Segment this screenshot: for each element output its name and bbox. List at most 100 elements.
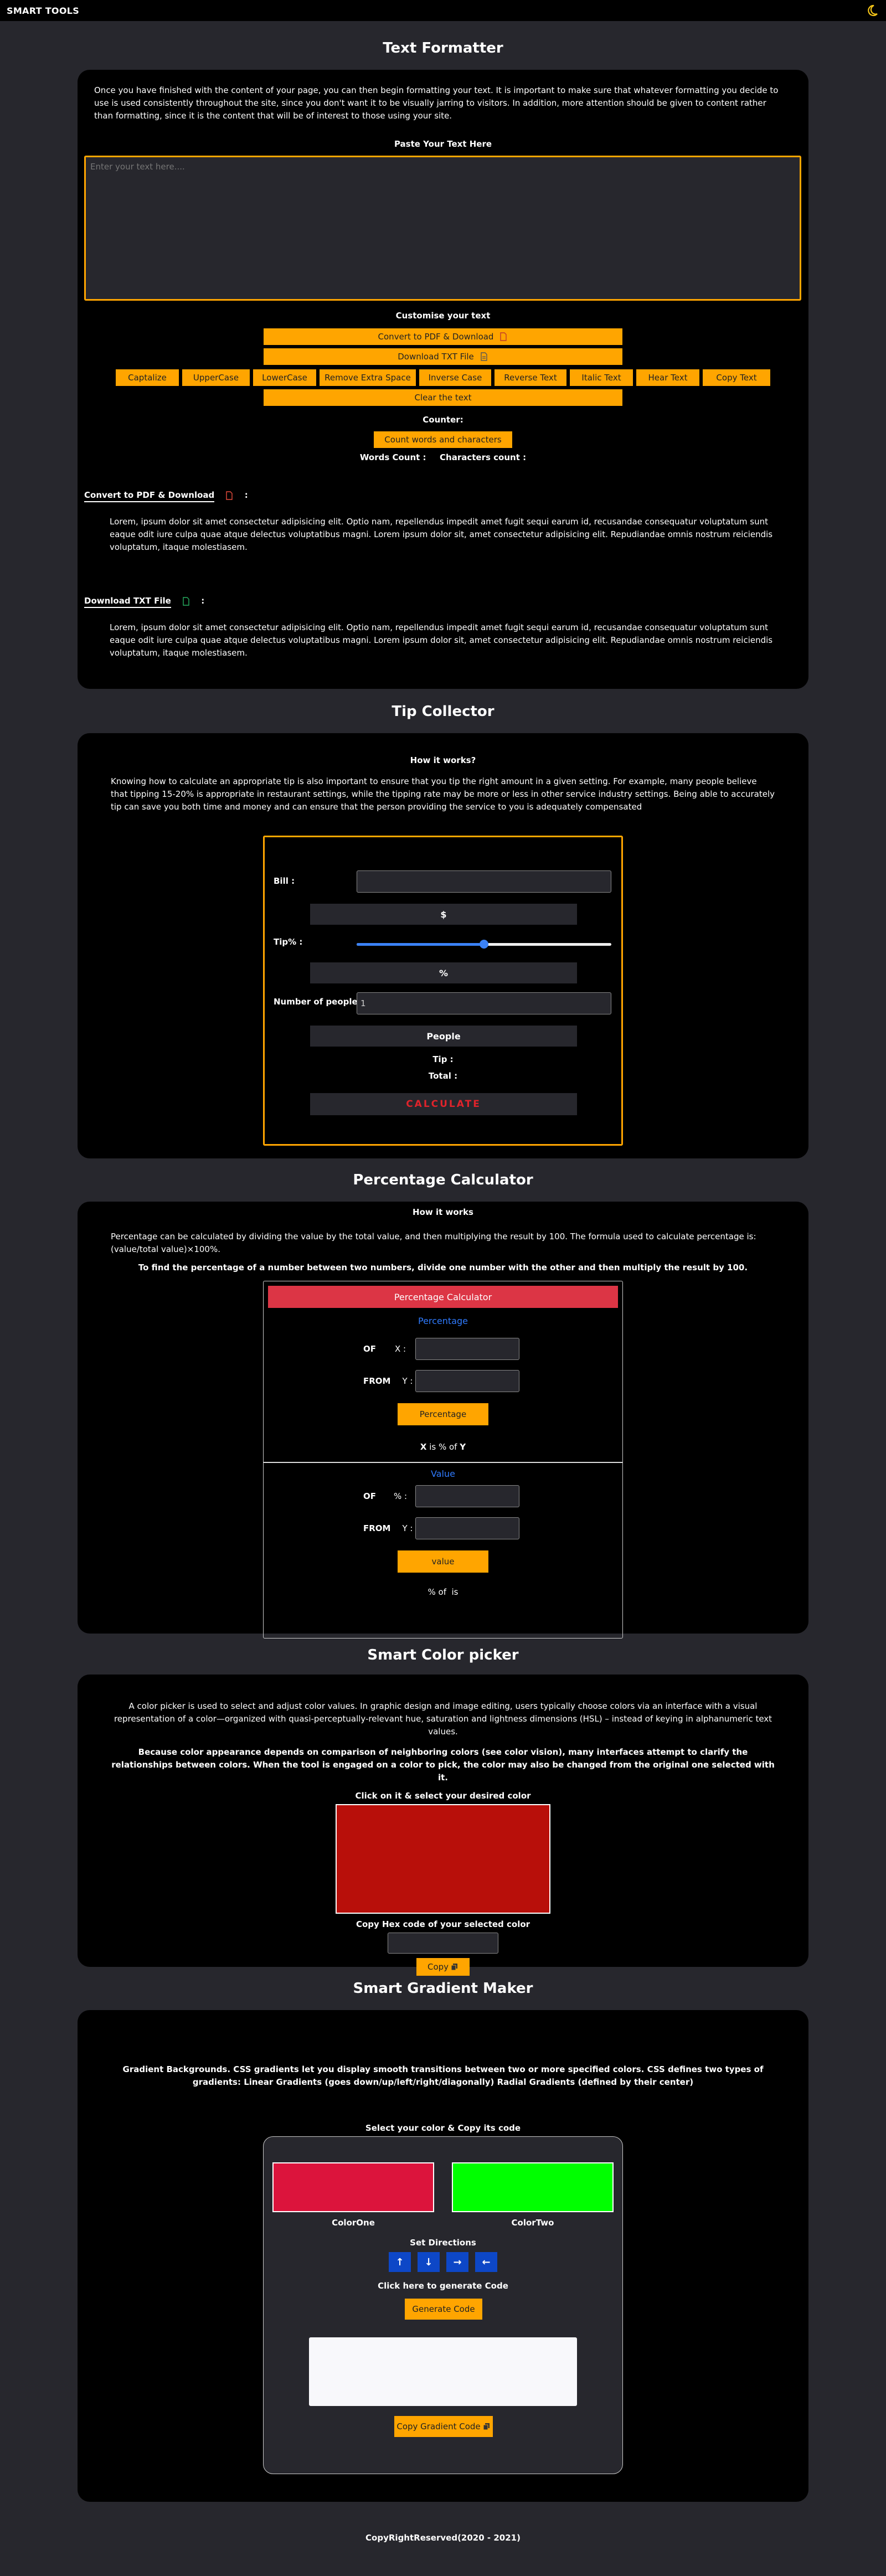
pc-how-title: How it works <box>413 1207 473 1217</box>
count-words-button[interactable]: Count words and characters <box>374 431 512 448</box>
copy-gradient-label: Copy Gradient Code <box>396 2422 481 2431</box>
dollar-unit: $ <box>310 904 577 925</box>
moon-icon[interactable] <box>865 3 879 18</box>
text-formatter-card: Once you have finished with the content … <box>78 70 808 689</box>
value-from-label: FROM <box>363 1523 391 1533</box>
hex-code-input[interactable] <box>388 1933 498 1954</box>
clear-text-button[interactable]: Clear the text <box>264 389 622 406</box>
set-directions-label: Set Directions <box>410 2238 476 2248</box>
percentage-button[interactable]: Percentage <box>398 1403 488 1425</box>
tip-collector-card: How it works? Knowing how to calculate a… <box>78 733 808 1158</box>
pc-header-bar: Percentage Calculator <box>268 1286 618 1308</box>
value-from-row: FROM Y : <box>363 1517 519 1539</box>
bill-input[interactable] <box>357 870 611 893</box>
capitalize-button[interactable]: Captalize <box>116 369 179 386</box>
txt-info-title: Download TXT File <box>84 596 171 608</box>
gradient-code-output[interactable] <box>309 2337 577 2406</box>
pc-how-bold: To find the percentage of a number betwe… <box>138 1263 748 1272</box>
value-of-row: OF % : <box>363 1485 519 1507</box>
customise-label: Customise your text <box>395 311 491 321</box>
lowercase-button[interactable]: LowerCase <box>253 369 316 386</box>
pdf-info-title: Convert to PDF & Download <box>84 490 215 502</box>
color-two-label: ColorTwo <box>511 2218 554 2228</box>
copy-text-button[interactable]: Copy Text <box>703 369 770 386</box>
pc-box: Percentage Calculator Percentage OF X : … <box>263 1281 623 1639</box>
color-two-swatch[interactable] <box>452 2162 614 2212</box>
direction-down-button[interactable]: ↓ <box>418 2252 440 2272</box>
tip-percent-slider[interactable] <box>357 939 611 949</box>
value-of-label: OF <box>363 1491 376 1501</box>
value-heading: Value <box>431 1469 455 1479</box>
value-y-input[interactable] <box>415 1517 519 1539</box>
direction-right-button[interactable]: → <box>446 2252 468 2272</box>
characters-count-label: Characters count : <box>440 452 527 462</box>
percent-var-label: % : <box>393 1491 408 1501</box>
arrow-left-icon: ← <box>482 2256 491 2268</box>
y-var-label: Y : <box>402 1376 413 1386</box>
percent-input[interactable] <box>415 1485 519 1507</box>
text-input[interactable] <box>84 156 801 301</box>
direction-left-button[interactable]: ← <box>475 2252 497 2272</box>
tip-result: Tip : <box>432 1054 454 1064</box>
top-navbar: SMART TOOLS <box>0 0 886 21</box>
percent-unit: % <box>310 962 577 983</box>
color-one-label: ColorOne <box>332 2218 375 2228</box>
italic-text-button[interactable]: Italic Text <box>570 369 633 386</box>
pc-divider <box>264 1462 622 1463</box>
x-input[interactable] <box>415 1338 519 1360</box>
counter-results: Words Count : Characters count : <box>84 452 802 462</box>
tip-how-title: How it works? <box>410 755 476 765</box>
percentage-heading: Percentage <box>418 1316 468 1326</box>
from-label: FROM <box>363 1376 391 1386</box>
inverse-case-button[interactable]: Inverse Case <box>419 369 491 386</box>
convert-pdf-label: Convert to PDF & Download <box>378 332 494 342</box>
copy-gradient-button[interactable]: Copy Gradient Code <box>394 2416 493 2437</box>
copy-icon <box>451 1964 458 1971</box>
words-count-label: Words Count : <box>359 452 426 462</box>
gradient-maker-title: Smart Gradient Maker <box>353 1980 533 1997</box>
result-y: Y <box>460 1442 466 1452</box>
tip-how-text: Knowing how to calculate an appropriate … <box>111 776 775 812</box>
y-input[interactable] <box>415 1370 519 1392</box>
select-color-label: Select your color & Copy its code <box>365 2123 521 2133</box>
bill-label: Bill : <box>274 876 295 886</box>
click-color-label: Click on it & select your desired color <box>355 1791 531 1801</box>
generate-code-button[interactable]: Generate Code <box>405 2299 482 2320</box>
footer-copyright: CopyRightReserved(2020 - 2021) <box>365 2533 521 2543</box>
copy-hex-label-text: Copy <box>427 1962 449 1972</box>
percentage-calculator-title: Percentage Calculator <box>353 1172 533 1188</box>
gradient-maker-card: Gradient Backgrounds. CSS gradients let … <box>78 2010 808 2502</box>
color-picker-title: Smart Color picker <box>367 1647 519 1663</box>
tip-calculator-box: Bill : $ Tip% : % Number of people : Peo… <box>263 836 623 1146</box>
gradient-box: ColorOne ColorTwo Set Directions ↑ ↓ → ←… <box>263 2136 623 2474</box>
txt-info-colon: : <box>201 596 205 606</box>
percentage-calculator-card: How it works Percentage can be calculate… <box>78 1202 808 1639</box>
reverse-text-button[interactable]: Reverse Text <box>494 369 566 386</box>
total-result: Total : <box>428 1071 458 1081</box>
action-buttons-row: Captalize UpperCase LowerCase Remove Ext… <box>84 369 802 386</box>
tip-percent-label: Tip% : <box>274 937 303 947</box>
people-input[interactable] <box>357 992 611 1014</box>
uppercase-button[interactable]: UpperCase <box>182 369 250 386</box>
result-x: X <box>420 1442 427 1452</box>
direction-up-button[interactable]: ↑ <box>389 2252 411 2272</box>
color-swatch[interactable] <box>336 1804 550 1914</box>
calculate-button[interactable]: CALCULATE <box>310 1093 577 1115</box>
pdf-info-heading: Convert to PDF & Download : <box>84 490 802 502</box>
txt-info-heading: Download TXT File : <box>84 596 802 608</box>
remove-extra-space-button[interactable]: Remove Extra Space <box>320 369 416 386</box>
counter-label: Counter: <box>423 415 463 425</box>
pdf-info-text: Lorem, ipsum dolor sit amet consectetur … <box>110 517 773 552</box>
slider-thumb[interactable] <box>480 940 488 949</box>
of-label: OF <box>363 1344 376 1354</box>
hear-text-button[interactable]: Hear Text <box>636 369 699 386</box>
txt-info-text: Lorem, ipsum dolor sit amet consectetur … <box>110 622 773 658</box>
value-button[interactable]: value <box>398 1550 488 1573</box>
color-one-swatch[interactable] <box>272 2162 434 2212</box>
download-txt-button[interactable]: Download TXT File <box>264 348 622 365</box>
value-result: % of is <box>427 1587 459 1597</box>
color-picker-card: A color picker is used to select and adj… <box>78 1675 808 1976</box>
arrow-right-icon: → <box>453 2256 462 2268</box>
convert-pdf-button[interactable]: Convert to PDF & Download <box>264 328 622 345</box>
brand-logo[interactable]: SMART TOOLS <box>7 6 79 16</box>
